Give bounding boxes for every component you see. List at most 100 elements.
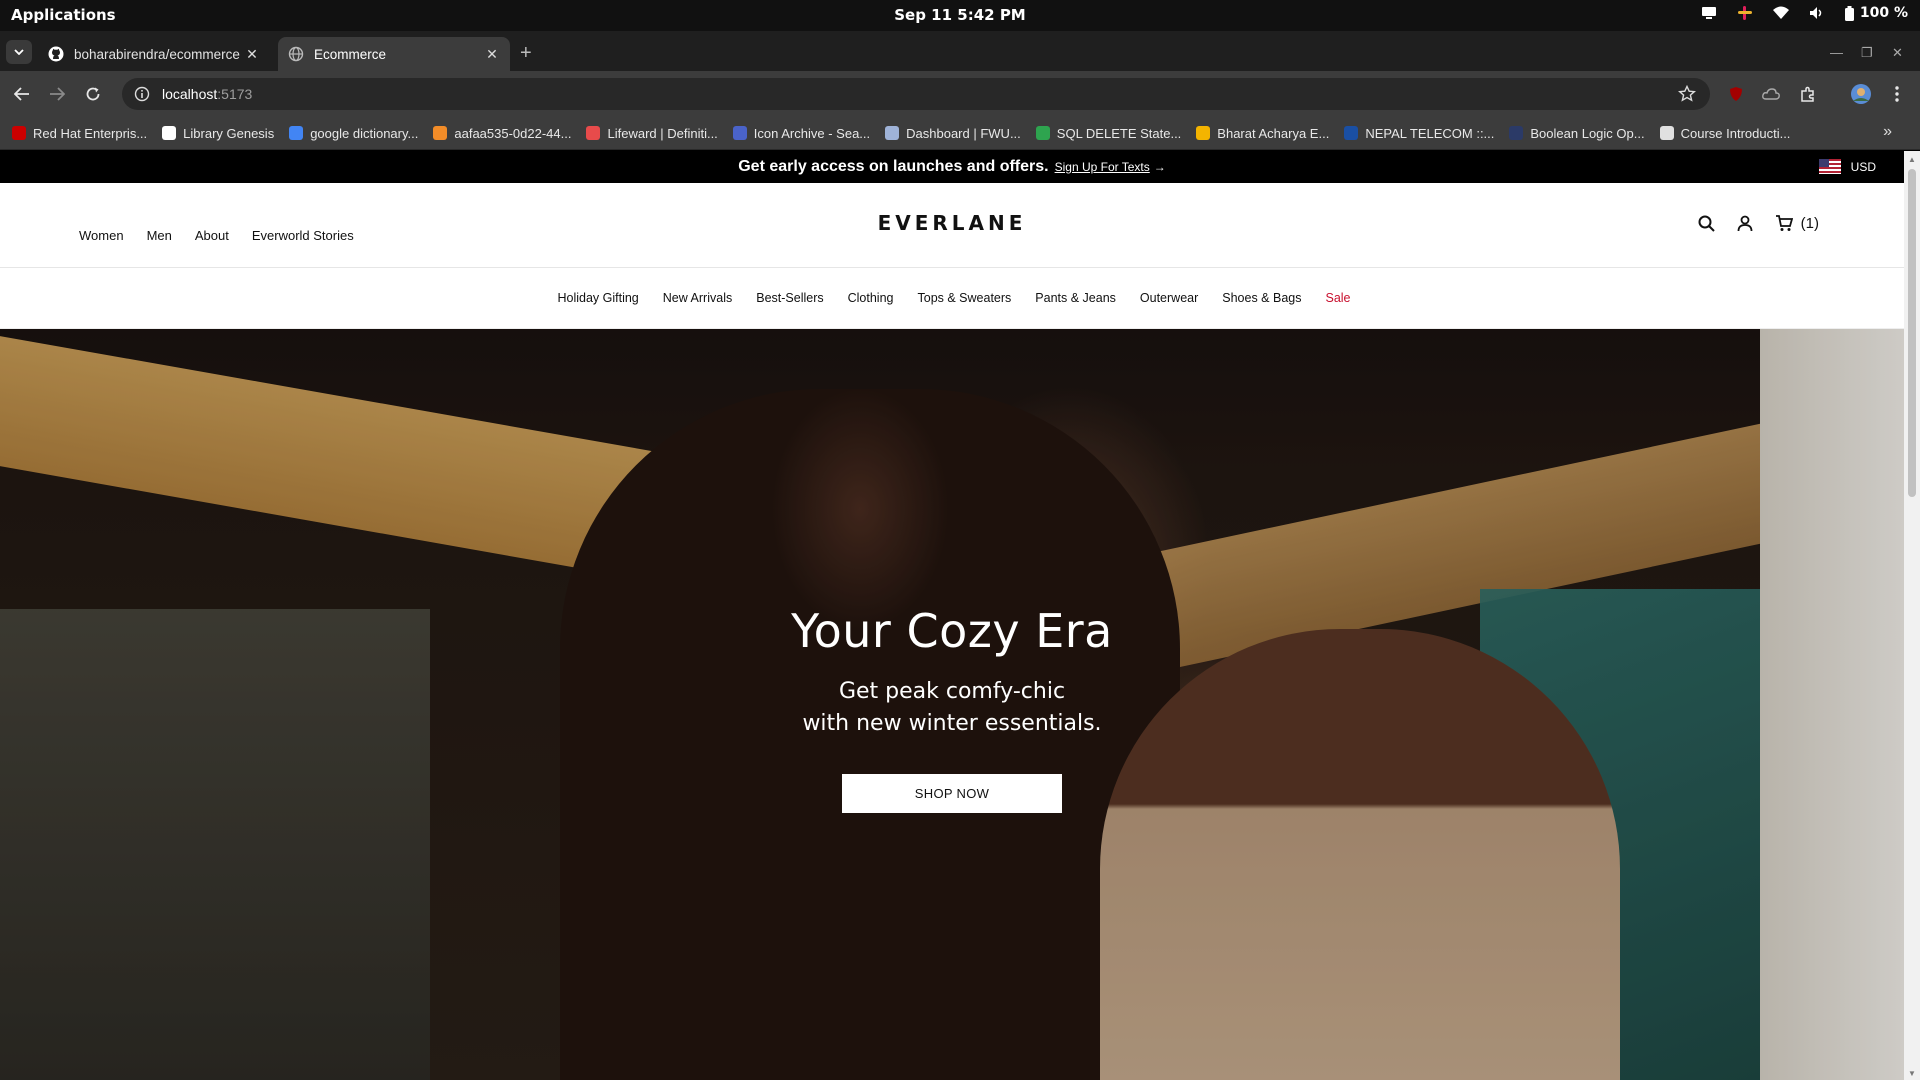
- tab-title: Ecommerce: [314, 46, 387, 62]
- bookmarks-overflow-icon[interactable]: »: [1883, 123, 1892, 141]
- category-item[interactable]: Clothing: [848, 291, 894, 305]
- bookmark-label: aafaa535-0d22-44...: [454, 125, 572, 141]
- scroll-down-icon[interactable]: ▼: [1908, 1069, 1916, 1078]
- us-flag-icon: [1818, 159, 1841, 174]
- tab-title: boharabirendra/ecommerce: [74, 46, 240, 62]
- bookmark-label: Boolean Logic Op...: [1530, 125, 1645, 141]
- bookmark-item[interactable]: google dictionary...: [289, 126, 418, 141]
- extensions-puzzle-icon[interactable]: [1797, 83, 1819, 105]
- profile-avatar-icon[interactable]: [1850, 83, 1872, 105]
- category-item[interactable]: Best-Sellers: [756, 291, 823, 305]
- close-window-icon[interactable]: ✕: [1892, 45, 1903, 61]
- cart-button[interactable]: (1): [1775, 215, 1819, 232]
- bookmark-label: NEPAL TELECOM ::...: [1365, 125, 1495, 141]
- bookmark-item[interactable]: Red Hat Enterpris...: [12, 126, 147, 141]
- bookmark-star-icon[interactable]: [1678, 85, 1696, 103]
- header-actions: (1): [1698, 215, 1819, 232]
- bookmark-label: Bharat Acharya E...: [1217, 125, 1330, 141]
- tab-close-icon[interactable]: ✕: [244, 46, 260, 63]
- volume-icon[interactable]: [1809, 5, 1825, 21]
- bookmark-item[interactable]: Course Introducti...: [1659, 126, 1790, 141]
- bookmark-item[interactable]: Icon Archive - Sea...: [732, 125, 871, 141]
- category-item[interactable]: Pants & Jeans: [1035, 291, 1116, 305]
- battery-icon: [1844, 5, 1854, 21]
- bookmark-item[interactable]: Dashboard | FWU...: [885, 126, 1021, 141]
- globe-icon: [288, 46, 304, 62]
- applications-menu[interactable]: Applications: [11, 6, 116, 24]
- shop-now-button[interactable]: SHOP NOW: [842, 774, 1062, 813]
- nav-everworld-stories[interactable]: Everworld Stories: [252, 228, 354, 243]
- bookmark-item[interactable]: Boolean Logic Op...: [1509, 125, 1645, 141]
- forward-arrow-icon[interactable]: [46, 83, 68, 105]
- os-top-bar: Applications Sep 11 5:42 PM 100 %: [0, 0, 1920, 31]
- scroll-up-icon[interactable]: ▲: [1908, 155, 1916, 164]
- bookmark-item[interactable]: aafaa535-0d22-44...: [433, 126, 571, 141]
- category-item[interactable]: Outerwear: [1140, 291, 1198, 305]
- restore-icon[interactable]: ❐: [1861, 45, 1873, 61]
- github-icon: [48, 46, 64, 62]
- wifi-icon[interactable]: [1772, 5, 1789, 21]
- bookmark-favicon-icon: [1035, 126, 1050, 140]
- bookmark-item[interactable]: Bharat Acharya E...: [1196, 126, 1329, 141]
- new-tab-plus-icon[interactable]: +: [520, 42, 532, 65]
- nav-women[interactable]: Women: [79, 228, 124, 243]
- bookmark-favicon-icon: [1344, 126, 1359, 140]
- reload-icon[interactable]: [82, 83, 104, 105]
- page-scrollbar[interactable]: ▲ ▼: [1904, 151, 1920, 1080]
- system-clock[interactable]: Sep 11 5:42 PM: [0, 6, 1920, 24]
- hero-title: Your Cozy Era: [791, 604, 1113, 658]
- tab-close-icon[interactable]: ✕: [484, 46, 500, 63]
- address-bar[interactable]: localhost:5173: [122, 78, 1710, 110]
- bookmark-item[interactable]: SQL DELETE State...: [1035, 126, 1181, 141]
- bookmark-label: Icon Archive - Sea...: [753, 125, 871, 141]
- nav-men[interactable]: Men: [147, 228, 172, 243]
- category-item[interactable]: New Arrivals: [663, 291, 732, 305]
- bookmark-favicon-icon: [289, 126, 304, 140]
- category-item[interactable]: Holiday Gifting: [557, 291, 638, 305]
- bookmark-favicon-icon: [732, 126, 747, 140]
- browser-tab-strip: boharabirendra/ecommerce ✕ Ecommerce ✕ +…: [0, 31, 1920, 71]
- category-sale[interactable]: Sale: [1325, 291, 1350, 305]
- cart-icon: [1775, 215, 1793, 231]
- ublock-icon[interactable]: [1725, 83, 1747, 105]
- minimize-icon[interactable]: —: [1830, 45, 1843, 60]
- bookmark-favicon-icon: [1659, 126, 1674, 140]
- bookmark-item[interactable]: Lifeward | Definiti...: [586, 126, 718, 141]
- bookmark-favicon-icon: [1509, 126, 1524, 140]
- bookmark-item[interactable]: NEPAL TELECOM ::...: [1344, 126, 1494, 141]
- url-text: localhost:5173: [162, 86, 252, 102]
- sign-up-texts-link[interactable]: Sign Up For Texts: [1055, 160, 1150, 174]
- bookmark-label: Library Genesis: [183, 125, 275, 141]
- bookmark-favicon-icon: [12, 126, 26, 140]
- category-item[interactable]: Shoes & Bags: [1222, 291, 1301, 305]
- bookmarks-bar: Red Hat Enterpris... Library Genesis googl…: [0, 117, 1920, 150]
- hero-subtitle-line1: Get peak comfy-chic: [838, 679, 1066, 704]
- main-nav: Women Men About Everworld Stories: [79, 228, 354, 243]
- tab-ecommerce[interactable]: Ecommerce ✕: [278, 37, 510, 71]
- category-item[interactable]: Tops & Sweaters: [918, 291, 1012, 305]
- slack-icon[interactable]: [1737, 5, 1753, 21]
- back-arrow-icon[interactable]: [11, 83, 33, 105]
- site-header: Women Men About Everworld Stories EVERLA…: [0, 183, 1904, 268]
- site-info-icon[interactable]: [134, 86, 150, 102]
- arrow-right-icon: →: [1153, 160, 1166, 174]
- nav-about[interactable]: About: [195, 228, 229, 243]
- display-icon[interactable]: [1701, 5, 1717, 21]
- bookmark-item[interactable]: Library Genesis: [162, 126, 274, 141]
- bookmark-label: google dictionary...: [310, 125, 419, 141]
- page-viewport: Get early access on launches and offers.…: [0, 151, 1904, 1080]
- bookmark-label: Red Hat Enterpris...: [33, 125, 148, 141]
- currency-label: USD: [1850, 159, 1876, 174]
- bookmark-favicon-icon: [433, 126, 448, 140]
- account-icon[interactable]: [1737, 215, 1753, 232]
- currency-selector[interactable]: USD: [1818, 159, 1876, 174]
- tab-search-button[interactable]: [6, 40, 32, 64]
- tab-github[interactable]: boharabirendra/ecommerce ✕: [38, 37, 270, 71]
- search-icon[interactable]: [1698, 215, 1715, 232]
- hero-banner: Your Cozy Era Get peak comfy-chic with n…: [0, 329, 1904, 1080]
- browser-menu-icon[interactable]: [1886, 83, 1908, 105]
- hero-subtitle: Get peak comfy-chic with new winter esse…: [0, 676, 1904, 740]
- battery-indicator[interactable]: 100 %: [1844, 5, 1908, 21]
- extension-cloud-icon[interactable]: [1760, 83, 1782, 105]
- scrollbar-thumb[interactable]: [1908, 169, 1916, 497]
